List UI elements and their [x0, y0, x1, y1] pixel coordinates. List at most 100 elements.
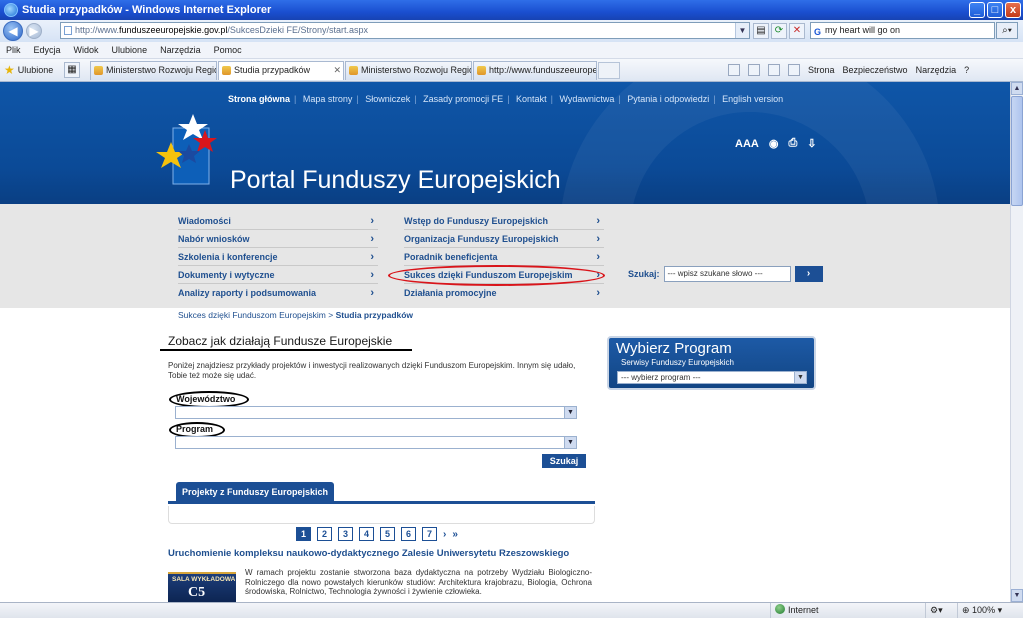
page-3[interactable]: 3 [338, 527, 353, 541]
breadcrumb: Sukces dzięki Funduszom Europejskim > St… [178, 310, 413, 320]
protected-mode-icon[interactable]: ⚙▾ [925, 603, 955, 618]
chevron-right-icon: › [596, 287, 600, 299]
search-field[interactable]: G my heart will go on [810, 22, 995, 39]
address-field[interactable]: http://www.funduszeeuropejskie.gov.pl/Su… [60, 22, 750, 39]
home-icon[interactable] [728, 64, 740, 76]
tab-label: Ministerstwo Rozwoju Region... [361, 65, 471, 75]
top-link-sitemap[interactable]: Mapa strony [303, 94, 353, 104]
menu-file[interactable]: Plik [6, 45, 21, 55]
page-viewport: Strona główna | Mapa strony | Słowniczek | … [0, 82, 1010, 602]
tab-3[interactable]: Ministerstwo Rozwoju Region... [345, 61, 472, 80]
menu-favorites[interactable]: Ulubione [112, 45, 148, 55]
print-page-icon[interactable]: ⎙ [788, 137, 797, 150]
zoom-control[interactable]: ⊕ 100% ▾ [957, 603, 1023, 618]
nav-item-promotion[interactable]: Działania promocyjne › [404, 284, 604, 302]
top-link-promotion[interactable]: Zasady promocji FE [423, 94, 503, 104]
tab-4[interactable]: http://www.funduszeeurope... [473, 61, 597, 80]
quick-tabs-icon[interactable]: ▦ [64, 62, 80, 78]
vertical-scrollbar[interactable]: ▲ ▼ [1010, 82, 1023, 602]
page-heading: Zobacz jak działają Fundusze Europejskie [168, 334, 393, 348]
scroll-thumb[interactable] [1011, 96, 1023, 206]
page-1[interactable]: 1 [296, 527, 311, 541]
download-icon[interactable]: ⇩ [807, 137, 816, 150]
top-link-home[interactable]: Strona główna [228, 94, 290, 104]
safety-menu[interactable]: Bezpieczeństwo [843, 65, 908, 75]
nav-item-guide[interactable]: Poradnik beneficjenta › [404, 248, 604, 266]
font-size-icon[interactable]: AAA [735, 138, 759, 150]
article-text: W ramach projektu zostanie stworzona baz… [245, 568, 592, 596]
page-5[interactable]: 5 [380, 527, 395, 541]
nav-item-news[interactable]: Wiadomości › [178, 212, 378, 230]
zoom-level: 100% [972, 605, 996, 615]
page-6[interactable]: 6 [401, 527, 416, 541]
ie-logo-icon [4, 3, 18, 17]
menu-help[interactable]: Pomoc [214, 45, 242, 55]
top-link-contact[interactable]: Kontakt [516, 94, 547, 104]
mail-icon[interactable] [768, 64, 780, 76]
page-4[interactable]: 4 [359, 527, 374, 541]
chevron-right-icon: › [370, 215, 374, 227]
new-tab-button[interactable] [598, 62, 620, 79]
site-search-input[interactable]: --- wpisz szukane słowo --- [663, 266, 791, 282]
nav-item-calls[interactable]: Nabór wniosków › [178, 230, 378, 248]
refresh-icon[interactable]: ⟳ [771, 23, 787, 39]
close-button[interactable]: x [1005, 2, 1021, 18]
forward-button[interactable]: ▶ [26, 23, 42, 39]
page-menu[interactable]: Strona [808, 65, 835, 75]
zone-indicator: Internet [770, 603, 900, 618]
chevron-right-icon: › [370, 269, 374, 281]
stop-icon[interactable]: ✕ [789, 23, 805, 39]
nav-item-intro[interactable]: Wstęp do Funduszy Europejskich › [404, 212, 604, 230]
maximize-button[interactable]: □ [987, 2, 1003, 18]
address-dropdown-icon[interactable]: ▼ [735, 23, 749, 38]
search-button[interactable]: ⌕▾ [996, 22, 1018, 39]
next-page-button[interactable]: › [443, 529, 446, 540]
page-2[interactable]: 2 [317, 527, 332, 541]
eu-funds-logo-icon[interactable] [155, 112, 217, 192]
top-link-faq[interactable]: Pytania i odpowiedzi [627, 94, 709, 104]
top-link-glossary[interactable]: Słowniczek [365, 94, 410, 104]
nav-item-trainings[interactable]: Szkolenia i konferencje › [178, 248, 378, 266]
contrast-eye-icon[interactable]: ◉ [769, 137, 779, 150]
nav-item-organization[interactable]: Organizacja Funduszy Europejskich › [404, 230, 604, 248]
status-bar: Internet ⚙▾ ⊕ 100% ▾ [0, 602, 1023, 618]
breadcrumb-parent[interactable]: Sukces dzięki Funduszom Europejskim [178, 310, 326, 320]
compatibility-icon[interactable]: ▤ [753, 23, 769, 39]
print-icon[interactable] [788, 64, 800, 76]
nav-item-documents[interactable]: Dokumenty i wytyczne › [178, 266, 378, 284]
top-link-publications[interactable]: Wydawnictwa [559, 94, 614, 104]
chevron-down-icon: ▼ [794, 372, 806, 383]
top-link-english[interactable]: English version [722, 94, 783, 104]
tab-1[interactable]: Ministerstwo Rozwoju Region... [90, 61, 217, 80]
article-title-link[interactable]: Uruchomienie kompleksu naukowo-dydaktycz… [168, 548, 569, 559]
program-box-select[interactable]: --- wybierz program --- ▼ [617, 371, 807, 384]
feeds-icon[interactable] [748, 64, 760, 76]
site-search-button[interactable]: › [794, 266, 823, 282]
tab-favicon [94, 66, 103, 75]
tab-projects[interactable]: Projekty z Funduszy Europejskich [176, 482, 335, 502]
scroll-up-icon[interactable]: ▲ [1011, 82, 1023, 95]
back-button[interactable]: ◀ [3, 21, 23, 41]
last-page-button[interactable]: » [452, 529, 458, 540]
page-7[interactable]: 7 [422, 527, 437, 541]
globe-icon [775, 604, 785, 614]
search-engine-icon: G [814, 27, 822, 37]
tab-label: http://www.funduszeeurope... [489, 65, 597, 75]
scroll-down-icon[interactable]: ▼ [1011, 589, 1023, 602]
menu-tools[interactable]: Narzędzia [160, 45, 201, 55]
tab-2[interactable]: Studia przypadków ✕ [218, 61, 344, 80]
article-thumbnail[interactable]: SALA WYKŁADOWA C5 [168, 572, 236, 602]
filter-search-button[interactable]: Szukaj [542, 454, 586, 468]
minimize-button[interactable]: _ [969, 2, 985, 18]
help-icon[interactable]: ? [964, 65, 969, 75]
program-select[interactable]: ▼ [175, 436, 577, 449]
region-select[interactable]: ▼ [175, 406, 577, 419]
tools-menu[interactable]: Narzędzia [916, 65, 957, 75]
tab-close-icon[interactable]: ✕ [333, 62, 341, 79]
tab-favicon [349, 66, 358, 75]
menu-edit[interactable]: Edycja [34, 45, 61, 55]
nav-item-analyses[interactable]: Analizy raporty i podsumowania › [178, 284, 378, 302]
favorites-button[interactable]: ★ Ulubione [4, 63, 53, 77]
menu-view[interactable]: Widok [74, 45, 99, 55]
highlight-oval [388, 265, 605, 286]
